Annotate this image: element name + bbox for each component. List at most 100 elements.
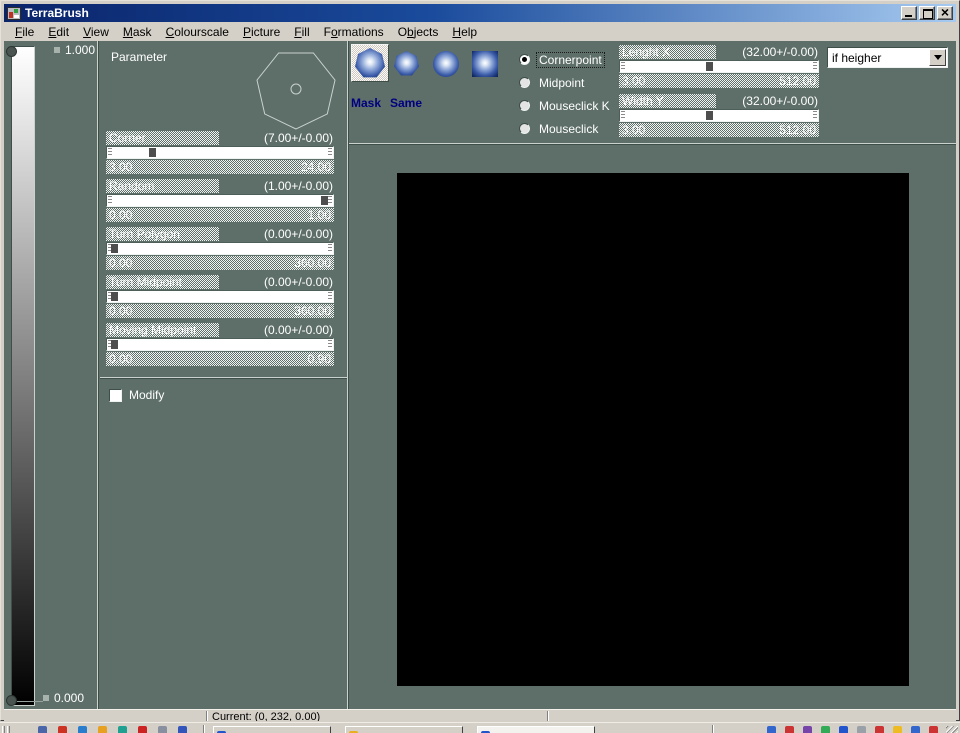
slider-value: (0.00+/-0.00): [264, 227, 333, 241]
slider-dec-button[interactable]: [621, 62, 625, 71]
menu-colourscale[interactable]: Colourscale: [159, 24, 236, 41]
mask-toggle[interactable]: Mask: [351, 96, 381, 110]
slider-track[interactable]: [106, 290, 334, 303]
close-button[interactable]: [937, 6, 953, 20]
slider-min: 0.00: [109, 352, 132, 366]
menu-objects[interactable]: Objects: [391, 24, 446, 41]
task-button[interactable]: [213, 726, 331, 733]
tray-icon[interactable]: [803, 726, 812, 733]
slider-inc-button[interactable]: [328, 244, 332, 253]
radio-circle-icon[interactable]: [519, 54, 530, 65]
menu-formations[interactable]: Formations: [317, 24, 391, 41]
quick-launch-icon[interactable]: [178, 726, 187, 733]
slider-max: 1.00: [308, 208, 331, 222]
slider-random: Random(1.00+/-0.00) 0.001.00: [106, 179, 334, 222]
slider-min: 0.00: [109, 256, 132, 270]
slider-inc-button[interactable]: [813, 62, 817, 71]
colourscale-min-label: 0.000: [54, 691, 84, 705]
taskbar-grip[interactable]: [2, 726, 5, 733]
radio-circle-icon[interactable]: [519, 123, 530, 134]
task-buttons: [213, 726, 595, 733]
minimize-button[interactable]: [901, 6, 917, 20]
quick-launch-icon[interactable]: [98, 726, 107, 733]
chevron-down-icon: [934, 55, 942, 60]
tray-icon[interactable]: [839, 726, 848, 733]
quick-launch-icon[interactable]: [118, 726, 127, 733]
menu-view[interactable]: View: [76, 24, 116, 41]
slider-track[interactable]: [106, 194, 334, 207]
menu-edit[interactable]: Edit: [41, 24, 76, 41]
task-button[interactable]: [477, 726, 595, 733]
quick-launch-icon[interactable]: [78, 726, 87, 733]
terrain-canvas[interactable]: [397, 173, 909, 686]
slider-track[interactable]: [619, 109, 819, 122]
quick-launch-icon[interactable]: [58, 726, 67, 733]
tray-icon[interactable]: [911, 726, 920, 733]
menu-fill[interactable]: Fill: [287, 24, 316, 41]
slider-thumb[interactable]: [149, 148, 156, 157]
polygon-brush-icon: [355, 48, 385, 78]
slider-value: (0.00+/-0.00): [264, 275, 333, 289]
slider-inc-button[interactable]: [328, 196, 332, 205]
slider-dec-button[interactable]: [108, 196, 112, 205]
tool-circle-brush[interactable]: [433, 51, 459, 77]
quick-launch-icon[interactable]: [138, 726, 147, 733]
colourscale-bottom-knob[interactable]: [6, 695, 17, 706]
menu-file[interactable]: File: [8, 24, 41, 41]
tool-square-brush[interactable]: [472, 51, 498, 77]
tray-icon[interactable]: [821, 726, 830, 733]
tool-polygon-brush[interactable]: [351, 44, 389, 82]
slider-thumb[interactable]: [706, 62, 713, 71]
tray-icon[interactable]: [893, 726, 902, 733]
task-button[interactable]: [345, 726, 463, 733]
slider-thumb[interactable]: [706, 111, 713, 120]
menu-mask[interactable]: Mask: [116, 24, 159, 41]
tray-icon[interactable]: [857, 726, 866, 733]
title-bar[interactable]: TerraBrush: [4, 4, 956, 22]
slider-corner: Corner(7.00+/-0.00) 3.0024.00: [106, 131, 334, 174]
maximize-button[interactable]: [919, 6, 935, 20]
tray-icon[interactable]: [929, 726, 938, 733]
menu-picture[interactable]: Picture: [236, 24, 287, 41]
dropdown-button[interactable]: [929, 49, 946, 66]
colourscale-top-knob[interactable]: [6, 46, 17, 57]
app-icon[interactable]: [7, 7, 21, 20]
slider-track[interactable]: [106, 242, 334, 255]
modify-label: Modify: [129, 388, 164, 402]
same-toggle[interactable]: Same: [390, 96, 422, 110]
slider-track[interactable]: [106, 146, 334, 159]
tool-polygon-brush-small[interactable]: [394, 51, 419, 76]
slider-inc-button[interactable]: [328, 148, 332, 157]
slider-thumb[interactable]: [111, 292, 118, 301]
quick-launch-icon[interactable]: [38, 726, 47, 733]
quick-launch-icon[interactable]: [158, 726, 167, 733]
slider-inc-button[interactable]: [328, 340, 332, 349]
slider-dec-button[interactable]: [108, 148, 112, 157]
scale-marker-icon: [54, 47, 60, 53]
slider-label: Moving Midpoint: [106, 323, 219, 337]
tray-icon[interactable]: [875, 726, 884, 733]
tray-icon[interactable]: [767, 726, 776, 733]
slider-turn-midpoint: Turn Midpoint(0.00+/-0.00) 0.00360.00: [106, 275, 334, 318]
taskbar-separator: [203, 725, 205, 733]
slider-track[interactable]: [619, 60, 819, 73]
slider-label: Turn Midpoint: [106, 275, 219, 289]
slider-dec-button[interactable]: [621, 111, 625, 120]
slider-inc-button[interactable]: [328, 292, 332, 301]
radio-circle-icon[interactable]: [519, 77, 530, 88]
slider-label: Turn Polygon: [106, 227, 219, 241]
taskbar-grip[interactable]: [7, 726, 10, 733]
slider-inc-button[interactable]: [813, 111, 817, 120]
slider-thumb[interactable]: [111, 340, 118, 349]
modify-checkbox[interactable]: [109, 389, 122, 402]
slider-thumb[interactable]: [321, 196, 328, 205]
menu-help[interactable]: Help: [445, 24, 484, 41]
tray-icon[interactable]: [785, 726, 794, 733]
polygon-brush-small-icon: [394, 51, 419, 76]
slider-thumb[interactable]: [111, 244, 118, 253]
colourscale-gradient[interactable]: [11, 46, 35, 706]
slider-track[interactable]: [106, 338, 334, 351]
radio-circle-icon[interactable]: [519, 100, 530, 111]
parameter-panel-title: Parameter: [111, 50, 167, 64]
blend-mode-select[interactable]: if heigher: [827, 47, 948, 68]
